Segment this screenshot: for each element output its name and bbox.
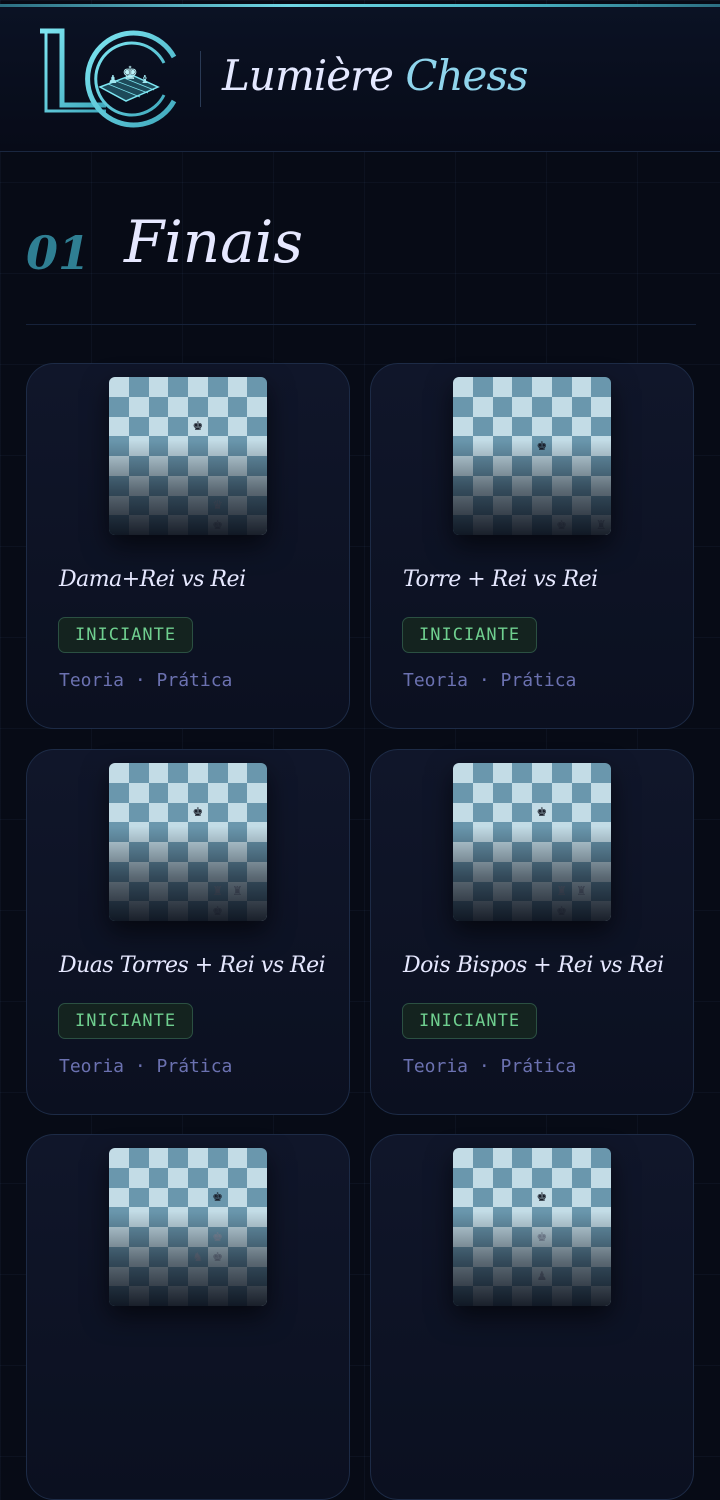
lesson-meta: Teoria · Prática	[403, 670, 577, 691]
app-header: ♚ ♟ ♝ Lumière Chess	[0, 7, 720, 152]
lesson-card[interactable]: ♚♚♜ Torre + Rei vs Rei INICIANTE Teoria …	[370, 363, 694, 729]
logo-mark-icon: ♚ ♟ ♝	[40, 28, 177, 128]
svg-text:♝: ♝	[140, 73, 150, 86]
level-badge: INICIANTE	[402, 617, 538, 653]
lesson-title: Duas Torres + Rei vs Rei	[59, 953, 326, 978]
chess-board-preview: ♚♚♜	[453, 377, 611, 535]
lesson-card[interactable]: ♚♚♞♚	[26, 1134, 350, 1500]
chess-board-preview: ♚♚♞♚	[109, 1148, 267, 1306]
svg-text:♟: ♟	[108, 73, 118, 86]
lesson-title: Dois Bispos + Rei vs Rei	[403, 953, 664, 978]
level-badge: INICIANTE	[58, 617, 194, 653]
lesson-meta: Teoria · Prática	[59, 1056, 233, 1077]
level-badge: INICIANTE	[402, 1003, 538, 1039]
chess-board-preview: ♚♜♜♚	[453, 763, 611, 921]
brand-name-first: Lumière	[222, 51, 394, 100]
section-divider	[26, 324, 696, 325]
svg-text:♚: ♚	[122, 63, 138, 84]
lesson-card[interactable]: ♚♜♜♚ Dois Bispos + Rei vs Rei INICIANTE …	[370, 749, 694, 1115]
section-number: 01	[26, 226, 91, 280]
lesson-meta: Teoria · Prática	[403, 1056, 577, 1077]
header-divider	[200, 51, 201, 107]
level-badge: INICIANTE	[58, 1003, 194, 1039]
lesson-card[interactable]: ♚♛♚ Dama+Rei vs Rei INICIANTE Teoria · P…	[26, 363, 350, 729]
lesson-card[interactable]: ♚♜♜♚ Duas Torres + Rei vs Rei INICIANTE …	[26, 749, 350, 1115]
lesson-title: Dama+Rei vs Rei	[59, 567, 246, 592]
chess-board-preview: ♚♛♚	[109, 377, 267, 535]
chess-board-preview: ♚♜♜♚	[109, 763, 267, 921]
chess-board-preview: ♚♚♟	[453, 1148, 611, 1306]
lesson-meta: Teoria · Prática	[59, 670, 233, 691]
brand-name[interactable]: Lumière Chess	[222, 51, 529, 100]
brand-name-second: Chess	[405, 51, 528, 100]
lesson-title: Torre + Rei vs Rei	[403, 567, 598, 592]
lumiere-chess-logo[interactable]: ♚ ♟ ♝	[36, 27, 180, 131]
lesson-card[interactable]: ♚♚♟	[370, 1134, 694, 1500]
section-title: Finais	[124, 208, 304, 276]
